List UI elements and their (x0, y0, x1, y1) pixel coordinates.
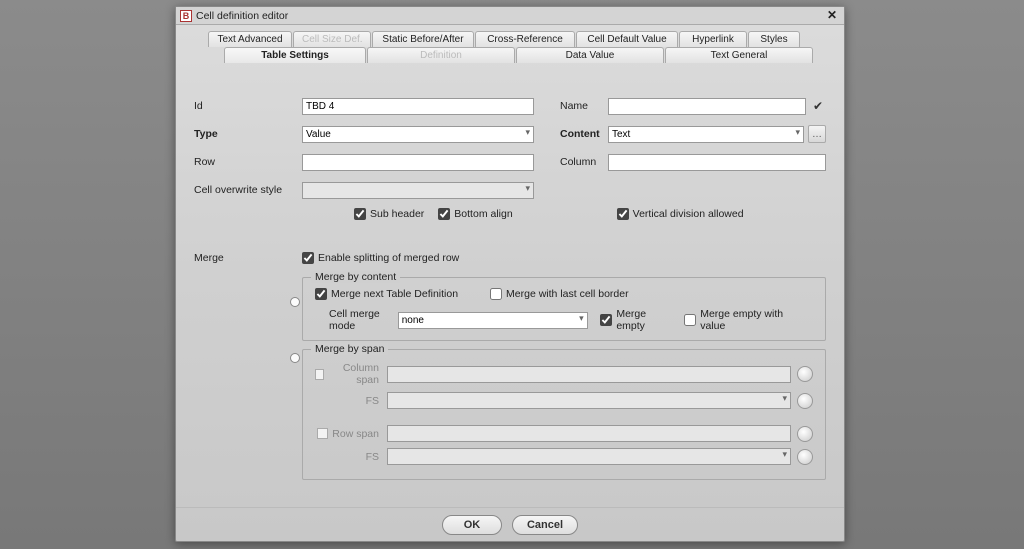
tab-definition[interactable]: Definition (367, 47, 515, 63)
app-icon: B (180, 10, 192, 22)
close-icon[interactable]: ✕ (824, 9, 840, 23)
tab-cross-reference[interactable]: Cross-Reference (475, 31, 575, 47)
merge-by-content-fieldset: Merge by content Merge next Table Defini… (302, 277, 826, 341)
tab-hyperlink[interactable]: Hyperlink (679, 31, 747, 47)
row-span-round-button[interactable] (797, 426, 813, 442)
row-field[interactable] (302, 154, 534, 171)
tab-styles[interactable]: Styles (748, 31, 800, 47)
merge-by-content-legend: Merge by content (311, 271, 400, 283)
tab-cell-default-value[interactable]: Cell Default Value (576, 31, 678, 47)
ok-button[interactable]: OK (442, 515, 502, 535)
type-label: Type (194, 128, 302, 140)
type-select[interactable] (302, 126, 534, 143)
row-span-field[interactable] (387, 425, 791, 442)
tab-table-settings[interactable]: Table Settings (224, 47, 366, 63)
column-span-label: Column span (328, 362, 379, 386)
row-span-mini-checkbox[interactable] (317, 428, 328, 439)
row-span-fs-round-button[interactable] (797, 449, 813, 465)
merge-section-label: Merge (194, 252, 302, 264)
row-span-fs-label: FS (366, 451, 379, 463)
merge-next-checkbox[interactable]: Merge next Table Definition (315, 288, 458, 300)
merge-by-content-radio[interactable] (290, 297, 300, 307)
merge-empty-checkbox[interactable]: Merge empty (600, 308, 670, 332)
cell-merge-mode-label: Cell merge mode (315, 308, 398, 332)
enable-split-checkbox[interactable]: Enable splitting of merged row (302, 252, 459, 264)
column-span-fs-round-button[interactable] (797, 393, 813, 409)
footer: OK Cancel (176, 507, 844, 541)
name-check-icon[interactable]: ✔ (810, 98, 826, 114)
id-label: Id (194, 100, 302, 112)
cancel-button[interactable]: Cancel (512, 515, 578, 535)
content-browse-button[interactable]: … (808, 125, 826, 143)
row-span-fs-select[interactable] (387, 448, 791, 465)
overwrite-select[interactable] (302, 182, 534, 199)
titlebar: B Cell definition editor ✕ (176, 7, 844, 25)
tab-data-value[interactable]: Data Value (516, 47, 664, 63)
merge-last-border-checkbox[interactable]: Merge with last cell border (490, 288, 629, 300)
cell-merge-mode-select[interactable] (398, 312, 588, 329)
merge-by-span-legend: Merge by span (311, 343, 388, 355)
overwrite-label: Cell overwrite style (194, 184, 302, 196)
column-span-round-button[interactable] (797, 366, 813, 382)
tabs-area: Text Advanced Cell Size Def. Static Befo… (176, 25, 844, 63)
id-field[interactable] (302, 98, 534, 115)
name-field[interactable] (608, 98, 806, 115)
column-span-fs-label: FS (366, 395, 379, 407)
merge-empty-value-checkbox[interactable]: Merge empty with value (684, 308, 799, 332)
column-label: Column (560, 156, 608, 168)
row-label: Row (194, 156, 302, 168)
bottom-align-checkbox[interactable]: Bottom align (438, 208, 512, 220)
content-label: Content (560, 128, 608, 140)
tab-row-1: Text Advanced Cell Size Def. Static Befo… (186, 31, 834, 47)
column-span-field[interactable] (387, 366, 791, 383)
content-select[interactable] (608, 126, 804, 143)
merge-by-span-radio[interactable] (290, 353, 300, 363)
column-span-fs-select[interactable] (387, 392, 791, 409)
merge-by-span-fieldset: Merge by span Column span FS Row span (302, 349, 826, 480)
tab-text-advanced[interactable]: Text Advanced (208, 31, 292, 47)
tab-row-2: Table Settings Definition Data Value Tex… (186, 47, 834, 63)
panel-body: Id Name ✔ Type Content … Row Column Cell (176, 63, 844, 507)
tab-text-general[interactable]: Text General (665, 47, 813, 63)
vertical-division-checkbox[interactable]: Vertical division allowed (617, 208, 744, 220)
subheader-checkbox[interactable]: Sub header (354, 208, 424, 220)
tab-cell-size-def[interactable]: Cell Size Def. (293, 31, 371, 47)
window-title: Cell definition editor (196, 10, 824, 22)
column-field[interactable] (608, 154, 826, 171)
column-span-mini-checkbox[interactable] (315, 369, 324, 380)
row-span-label: Row span (332, 428, 379, 440)
tab-static-before-after[interactable]: Static Before/After (372, 31, 474, 47)
name-label: Name (560, 100, 608, 112)
dialog-window: B Cell definition editor ✕ Text Advanced… (175, 6, 845, 542)
